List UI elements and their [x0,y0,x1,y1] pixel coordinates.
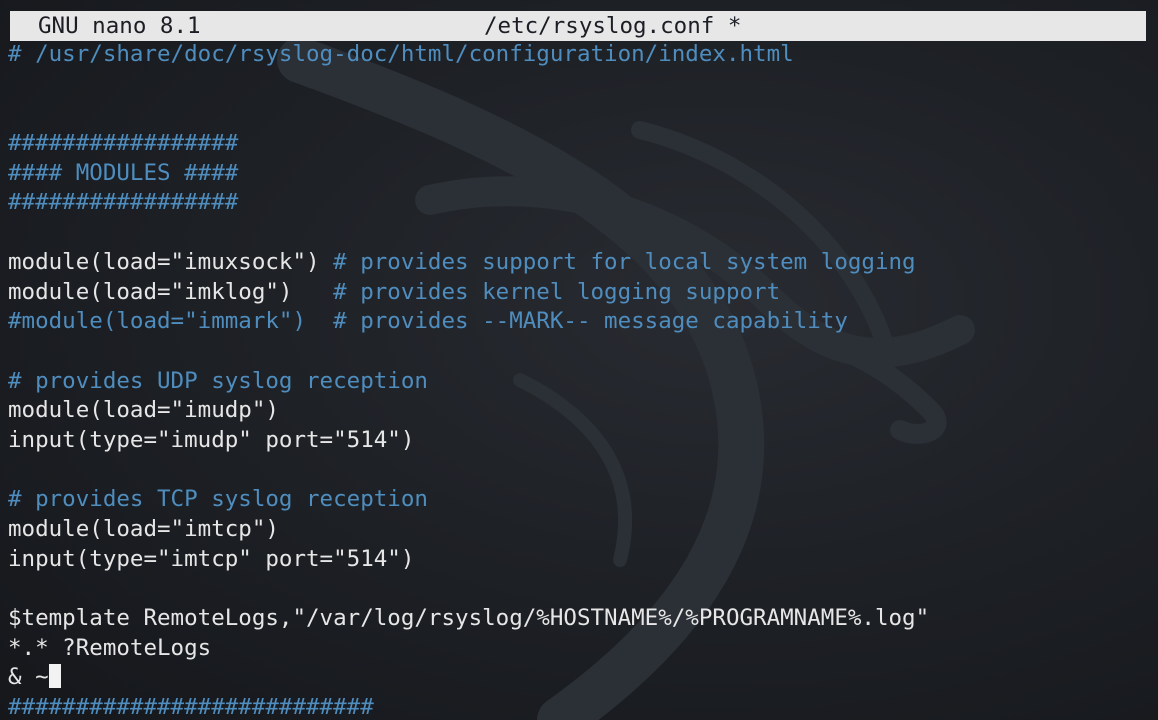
editor-line: module(load="imtcp") [8,515,1158,545]
editor-line: module(load="imudp") [8,396,1158,426]
comment-text: # provides TCP syslog reception [8,486,428,513]
editor-line: # provides UDP syslog reception [8,367,1158,397]
comment-text: # provides UDP syslog reception [8,367,428,394]
comment-text: # provides kernel logging support [333,278,781,305]
terminal-window[interactable]: GNU nano 8.1 /etc/rsyslog.conf * # /usr/… [0,0,1158,720]
code-text: input(type="imtcp" port="514") [8,545,415,572]
editor-line: input(type="imudp" port="514") [8,426,1158,456]
editor-line: $template RemoteLogs,"/var/log/rsyslog/%… [8,604,1158,634]
editor-line: module(load="imklog") # provides kernel … [8,278,1158,308]
code-text: module(load="imtcp") [8,516,279,542]
code-text: & ~ [8,664,49,691]
editor-name: GNU nano 8.1 [38,13,201,39]
editor-line: #### MODULES #### [8,159,1158,189]
code-text: module(load="imudp") [8,397,279,424]
text-cursor [48,664,61,689]
editor-line: # /usr/share/doc/rsyslog-doc/html/config… [8,40,1158,70]
editor-text-area[interactable]: # /usr/share/doc/rsyslog-doc/html/config… [8,40,1158,720]
code-text: module(load="imuxsock") [8,248,334,275]
nano-title-bar: GNU nano 8.1 /etc/rsyslog.conf * [10,11,1146,41]
code-text: module(load="imklog") [8,278,334,305]
editor-line: input(type="imtcp" port="514") [8,545,1158,575]
code-text: *.* ?RemoteLogs [8,634,212,661]
comment-text: ########################### [8,694,374,720]
code-text: $template RemoteLogs,"/var/log/rsyslog/%… [8,605,930,632]
editor-line: # provides TCP syslog reception [8,485,1158,515]
comment-text: # /usr/share/doc/rsyslog-doc/html/config… [8,41,794,67]
editor-line: ########################### [8,693,1158,720]
editor-line: module(load="imuxsock") # provides suppo… [8,248,1158,278]
editor-line: ################# [8,188,1158,218]
editor-line: & ~ [8,663,1158,693]
editor-line: *.* ?RemoteLogs [8,634,1158,664]
comment-text: ################# [8,189,239,216]
comment-text: ################# [8,130,239,157]
comment-text: #module(load="immark") # provides --MARK… [8,308,848,335]
editor-line: #module(load="immark") # provides --MARK… [8,307,1158,337]
file-path-title: /etc/rsyslog.conf * [484,13,742,39]
code-text: input(type="imudp" port="514") [8,426,415,453]
editor-line: ################# [8,129,1158,159]
comment-text: #### MODULES #### [8,159,239,186]
comment-text: # provides support for local system logg… [333,248,916,275]
